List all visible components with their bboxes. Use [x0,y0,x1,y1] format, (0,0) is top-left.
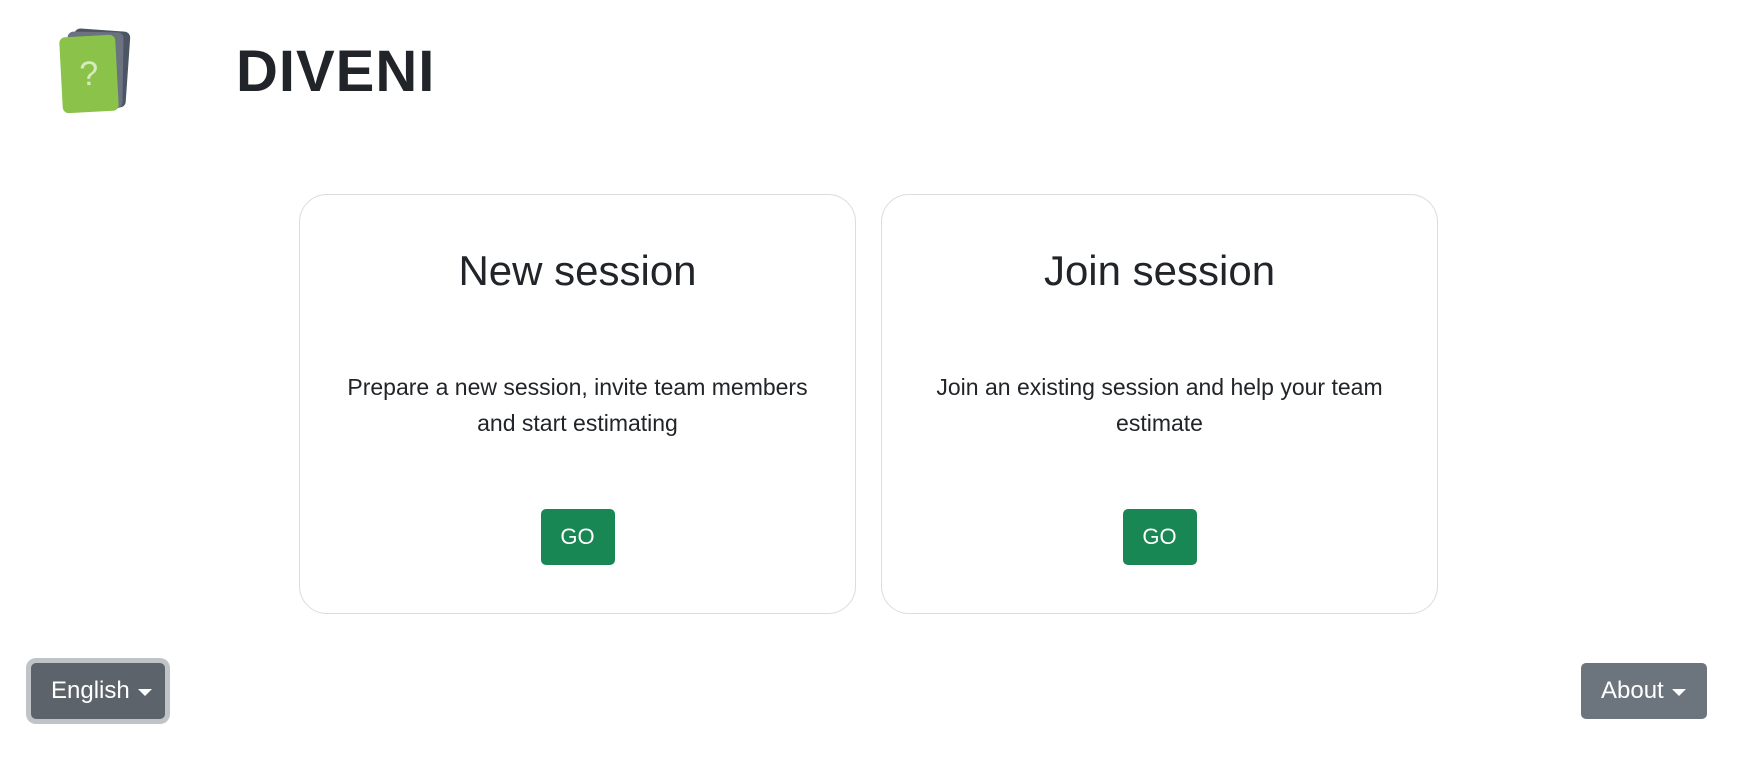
join-session-title: Join session [1043,247,1276,294]
caret-down-icon [1671,688,1686,696]
logo-card-front: ? [59,34,119,114]
about-label: About [1601,677,1664,704]
page: ? DIVENI New session Prepare a new sessi… [0,0,1749,759]
new-session-description: Prepare a new session, invite team membe… [347,374,808,436]
new-session-go-button[interactable]: GO [540,509,615,565]
new-session-title: New session [458,247,697,294]
session-cards: New session Prepare a new session, invit… [299,194,1438,614]
language-label: English [51,677,130,704]
diveni-logo-icon: ? [58,24,132,116]
about-dropdown-button[interactable]: About [1581,663,1707,719]
app-title: DIVENI [236,38,436,104]
join-session-go-button[interactable]: GO [1122,509,1197,565]
language-dropdown-button[interactable]: English [31,663,165,719]
brand[interactable]: ? DIVENI [58,24,435,116]
caret-down-icon [137,688,152,696]
join-session-card: Join session Join an existing session an… [881,194,1438,614]
new-session-card: New session Prepare a new session, invit… [299,194,856,614]
join-session-description: Join an existing session and help your t… [936,374,1383,436]
